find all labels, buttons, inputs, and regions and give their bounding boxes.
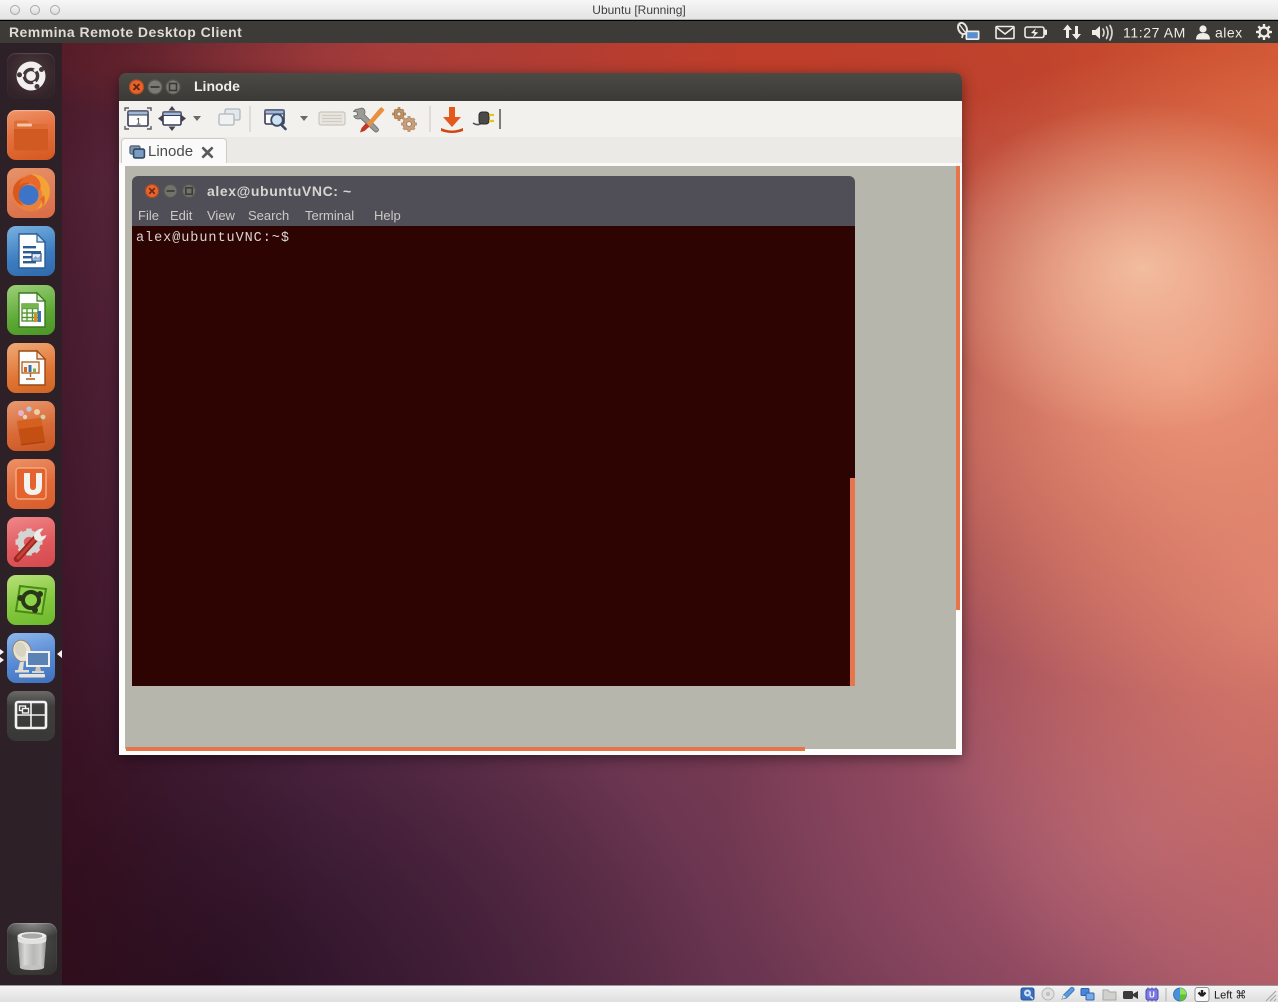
svg-text:U: U bbox=[1149, 991, 1155, 1000]
svg-text:Left ⌘: Left ⌘ bbox=[1214, 990, 1246, 1002]
svg-text:1: 1 bbox=[136, 117, 141, 127]
svg-text:alex: alex bbox=[1215, 25, 1243, 41]
svg-text:11:27 AM: 11:27 AM bbox=[1123, 25, 1186, 41]
